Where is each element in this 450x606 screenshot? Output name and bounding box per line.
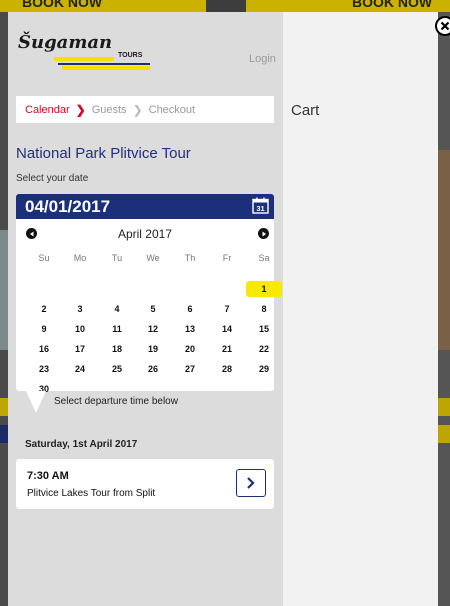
calendar-day[interactable]: 19 bbox=[135, 341, 171, 357]
calendar-day[interactable]: 23 bbox=[26, 361, 62, 377]
calendar-day[interactable]: 11 bbox=[99, 321, 135, 337]
weekday-label: Mo bbox=[73, 253, 87, 263]
calendar: April 2017 Su Mo Tu We Th Fr Sa 1 2 3 4 5 6 7 8 9 10 11 1… bbox=[16, 219, 282, 394]
select-date-label: Select your date bbox=[16, 173, 89, 184]
step-calendar[interactable]: Calendar bbox=[25, 104, 70, 116]
next-month-button[interactable] bbox=[258, 228, 269, 239]
breadcrumb: Calendar ❯ Guests ❯ Checkout bbox=[16, 96, 274, 123]
calendar-day[interactable]: 15 bbox=[246, 321, 282, 337]
calendar-day[interactable]: 25 bbox=[99, 361, 135, 377]
cart-panel: Cart bbox=[283, 12, 438, 606]
weekday-label: Su bbox=[38, 253, 50, 263]
calendar-day[interactable]: 18 bbox=[99, 341, 135, 357]
logo[interactable]: Šugaman TOURS bbox=[18, 32, 150, 82]
calendar-day[interactable]: 2 bbox=[26, 301, 62, 317]
calendar-day[interactable]: 5 bbox=[135, 301, 171, 317]
calendar-day[interactable]: 22 bbox=[246, 341, 282, 357]
departure-option[interactable]: 7:30 AM Plitvice Lakes Tour from Split bbox=[16, 459, 274, 509]
calendar-day[interactable]: 29 bbox=[246, 361, 282, 377]
weekday-label: Th bbox=[184, 253, 196, 263]
calendar-day-selected[interactable]: 1 bbox=[246, 281, 282, 297]
calendar-day[interactable]: 12 bbox=[135, 321, 171, 337]
calendar-day[interactable]: 4 bbox=[99, 301, 135, 317]
chevron-right-icon: ❯ bbox=[132, 102, 143, 117]
calendar-day[interactable]: 24 bbox=[62, 361, 98, 377]
selected-date-value: 04/01/2017 bbox=[25, 197, 111, 216]
close-icon bbox=[440, 21, 450, 31]
svg-text:31: 31 bbox=[256, 204, 264, 213]
background-book-now-left: BOOK NOW bbox=[0, 0, 206, 12]
calendar-day[interactable]: 6 bbox=[172, 301, 208, 317]
booking-modal: Šugaman TOURS Login Calendar ❯ Guests ❯ … bbox=[8, 12, 450, 606]
departure-time: 7:30 AM bbox=[27, 470, 69, 482]
month-label: April 2017 bbox=[117, 227, 173, 241]
calendar-icon[interactable]: 31 bbox=[252, 197, 269, 214]
departure-tour-name: Plitvice Lakes Tour from Split bbox=[27, 488, 156, 499]
chevron-right-icon bbox=[247, 477, 255, 489]
calendar-day[interactable]: 14 bbox=[209, 321, 245, 337]
calendar-day[interactable]: 21 bbox=[209, 341, 245, 357]
select-departure-button[interactable] bbox=[236, 469, 266, 497]
calendar-day[interactable]: 16 bbox=[26, 341, 62, 357]
calendar-day[interactable]: 26 bbox=[135, 361, 171, 377]
background-book-now-right: BOOK NOW bbox=[246, 0, 450, 12]
callout-pointer bbox=[26, 391, 46, 413]
chevron-right-icon: ❯ bbox=[75, 102, 86, 117]
tour-title: National Park Plitvice Tour bbox=[16, 145, 191, 162]
date-display[interactable]: 04/01/2017 31 bbox=[16, 194, 274, 219]
calendar-day[interactable]: 27 bbox=[172, 361, 208, 377]
booking-panel: Šugaman TOURS Login Calendar ❯ Guests ❯ … bbox=[8, 12, 283, 606]
calendar-day[interactable]: 10 bbox=[62, 321, 98, 337]
chevron-right-icon bbox=[262, 231, 266, 236]
calendar-day[interactable]: 20 bbox=[172, 341, 208, 357]
calendar-day[interactable]: 13 bbox=[172, 321, 208, 337]
departure-hint: Select departure time below bbox=[54, 396, 178, 407]
calendar-day[interactable]: 7 bbox=[209, 301, 245, 317]
selected-date-heading: Saturday, 1st April 2017 bbox=[25, 439, 138, 450]
weekday-label: Sa bbox=[258, 253, 270, 263]
calendar-day[interactable]: 3 bbox=[62, 301, 98, 317]
weekday-label: Fr bbox=[222, 253, 232, 263]
calendar-day[interactable]: 28 bbox=[209, 361, 245, 377]
close-button[interactable] bbox=[435, 16, 450, 36]
weekday-label: We bbox=[146, 253, 160, 263]
calendar-day[interactable]: 9 bbox=[26, 321, 62, 337]
weekday-label: Tu bbox=[111, 253, 123, 263]
calendar-day[interactable]: 8 bbox=[246, 301, 282, 317]
step-guests[interactable]: Guests bbox=[92, 104, 127, 116]
step-checkout[interactable]: Checkout bbox=[149, 104, 195, 116]
calendar-day[interactable]: 17 bbox=[62, 341, 98, 357]
cart-title: Cart bbox=[291, 102, 320, 119]
login-link[interactable]: Login bbox=[249, 53, 276, 65]
